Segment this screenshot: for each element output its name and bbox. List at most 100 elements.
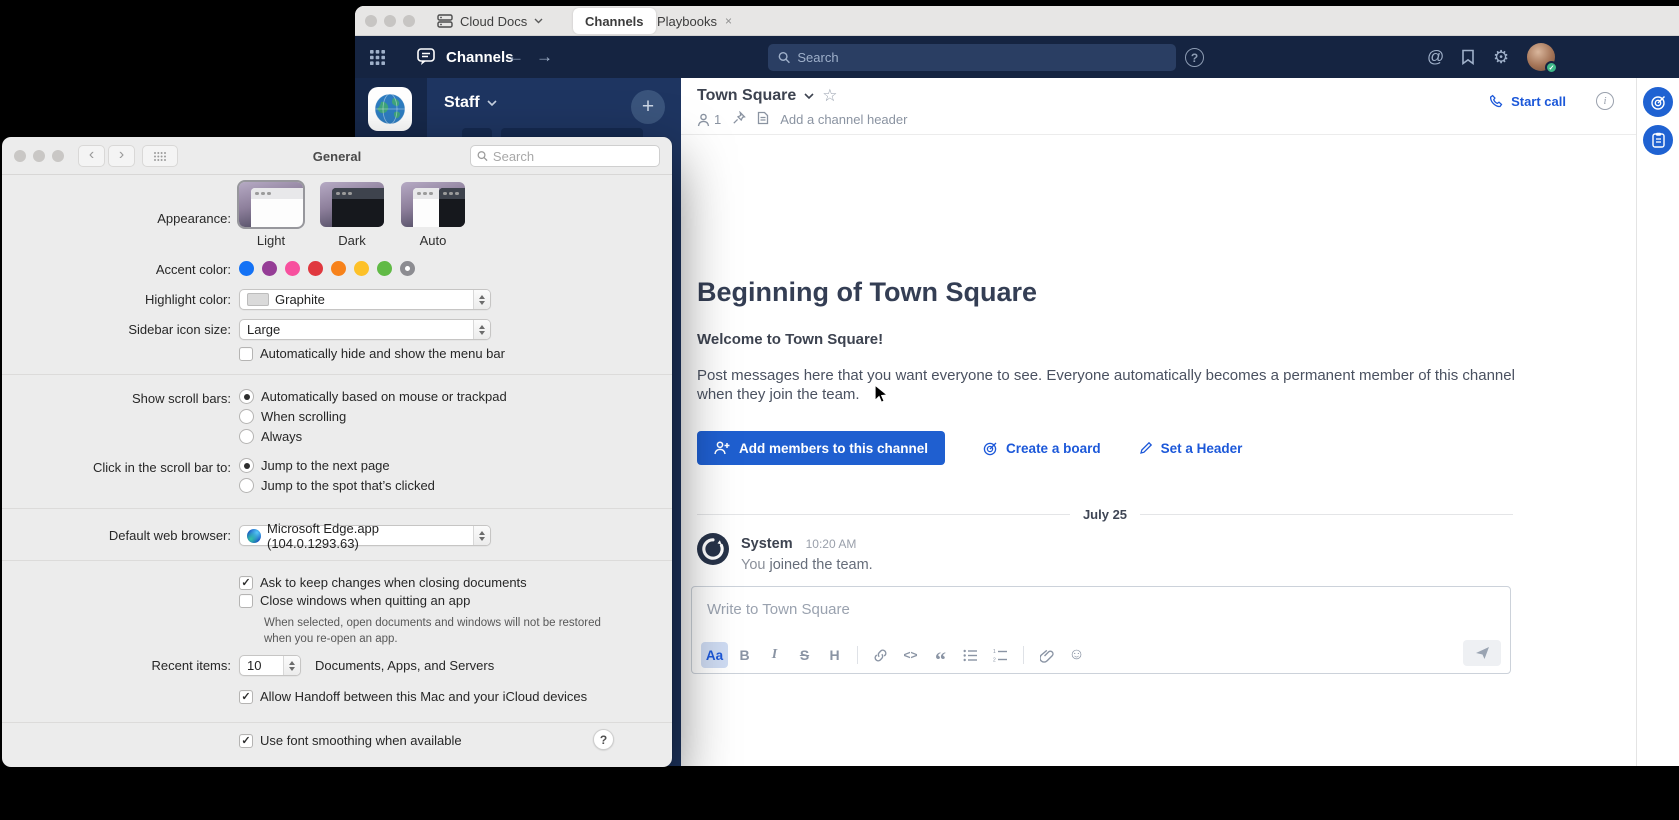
help-button[interactable]: ?: [593, 729, 614, 750]
checkbox-checked[interactable]: [239, 576, 253, 590]
person-plus-icon: [714, 441, 730, 455]
strikethrough-button[interactable]: S: [791, 642, 818, 668]
formatting-toolbar: Aa B I S H <> “: [701, 642, 1090, 668]
channel-info-icon[interactable]: i: [1596, 92, 1614, 110]
radio-unselected[interactable]: [239, 409, 254, 424]
preferences-search[interactable]: [470, 145, 660, 167]
tab-channels[interactable]: Channels: [573, 8, 656, 34]
font-smoothing-checkbox[interactable]: Use font smoothing when available: [239, 733, 462, 748]
recent-items-label: Recent items:: [152, 658, 231, 673]
scrollbar-click-spot[interactable]: Jump to the spot that’s clicked: [239, 478, 435, 493]
set-header-button[interactable]: Set a Header: [1139, 441, 1243, 456]
bulleted-list-button[interactable]: [957, 642, 984, 668]
saved-posts-bookmark-icon[interactable]: [1461, 36, 1475, 78]
back-button[interactable]: ‹: [78, 145, 105, 167]
forward-button[interactable]: ›: [108, 145, 135, 167]
checkbox-checked[interactable]: [239, 734, 253, 748]
accent-color-orange[interactable]: [331, 261, 346, 276]
code-button[interactable]: <>: [897, 642, 924, 668]
minimize-window-button[interactable]: [384, 15, 396, 27]
mentions-at-icon[interactable]: @: [1427, 36, 1444, 78]
search-input[interactable]: [493, 149, 653, 164]
accent-color-pink[interactable]: [285, 261, 300, 276]
history-forward-icon[interactable]: →: [536, 36, 553, 78]
ask-keep-changes-checkbox[interactable]: Ask to keep changes when closing documen…: [239, 575, 527, 590]
accent-color-red[interactable]: [308, 261, 323, 276]
settings-gear-icon[interactable]: ⚙: [1493, 36, 1509, 78]
accent-color-blue[interactable]: [239, 261, 254, 276]
close-tab-icon[interactable]: ×: [725, 14, 732, 28]
checkbox-checked[interactable]: [239, 690, 253, 704]
hide-menubar-checkbox[interactable]: Automatically hide and show the menu bar: [239, 346, 505, 361]
start-call-button[interactable]: Start call: [1490, 94, 1566, 109]
user-avatar[interactable]: ✓: [1527, 43, 1555, 71]
add-members-button[interactable]: Add members to this channel: [697, 431, 945, 465]
appearance-option-auto[interactable]: [401, 182, 465, 227]
scrollbars-option-always[interactable]: Always: [239, 429, 507, 444]
checkbox-unchecked[interactable]: [239, 347, 253, 361]
accent-color-graphite[interactable]: [400, 261, 415, 276]
highlight-color-select[interactable]: Graphite: [239, 289, 491, 310]
radio-unselected[interactable]: [239, 478, 254, 493]
close-windows-checkbox[interactable]: Close windows when quitting an app: [239, 593, 470, 608]
product-switcher[interactable]: Channels: [417, 36, 514, 78]
app-grid-icon[interactable]: [369, 36, 386, 78]
attachment-button[interactable]: [1033, 642, 1060, 668]
checkbox-unchecked[interactable]: [239, 594, 253, 608]
message-composer[interactable]: Write to Town Square Aa B I S H: [691, 586, 1511, 674]
tab-playbooks[interactable]: Playbooks ×: [645, 8, 744, 34]
channel-files-button[interactable]: [757, 111, 769, 128]
add-channels-button[interactable]: +: [631, 90, 665, 124]
member-count: 1: [714, 112, 721, 127]
create-board-button[interactable]: Create a board: [983, 441, 1101, 456]
emoji-button[interactable]: ☺: [1063, 642, 1090, 668]
numbered-list-button[interactable]: 1 2: [987, 642, 1014, 668]
boards-app-icon[interactable]: [1643, 87, 1673, 117]
minimize-window-button[interactable]: [33, 150, 45, 162]
members-button[interactable]: 1: [697, 112, 721, 127]
appearance-option-light[interactable]: [239, 182, 303, 227]
help-icon[interactable]: ?: [1185, 48, 1204, 67]
scrollbars-option-auto[interactable]: Automatically based on mouse or trackpad: [239, 389, 507, 404]
accent-color-yellow[interactable]: [354, 261, 369, 276]
radio-selected[interactable]: [239, 389, 254, 404]
radio-selected[interactable]: [239, 458, 254, 473]
link-icon: [873, 648, 888, 663]
handoff-checkbox[interactable]: Allow Handoff between this Mac and your …: [239, 689, 587, 704]
default-browser-select[interactable]: Microsoft Edge.app (104.0.1293.63): [239, 525, 491, 546]
show-all-grid-icon[interactable]: [142, 145, 178, 167]
zoom-window-button[interactable]: [52, 150, 64, 162]
sidebar-icon-size-select[interactable]: Large: [239, 319, 491, 340]
link-button[interactable]: [867, 642, 894, 668]
playbooks-app-icon[interactable]: [1643, 125, 1673, 155]
bold-button[interactable]: B: [731, 642, 758, 668]
show-formatting-button[interactable]: Aa: [701, 642, 728, 668]
accent-color-green[interactable]: [377, 261, 392, 276]
channel-title-menu[interactable]: Town Square ☆: [697, 86, 838, 106]
team-avatar[interactable]: [368, 87, 412, 131]
team-menu[interactable]: Staff: [444, 94, 497, 112]
accent-color-purple[interactable]: [262, 261, 277, 276]
history-back-icon[interactable]: ←: [507, 36, 524, 78]
pinned-posts-button[interactable]: [732, 111, 746, 128]
scrollbars-option-when-scrolling[interactable]: When scrolling: [239, 409, 507, 424]
global-search[interactable]: [768, 44, 1176, 71]
scrollbar-click-next-page[interactable]: Jump to the next page: [239, 458, 435, 473]
recent-items-select[interactable]: 10: [239, 655, 301, 676]
favorite-star-icon[interactable]: ☆: [822, 86, 837, 106]
date-label[interactable]: July 25: [1070, 507, 1140, 522]
italic-button[interactable]: I: [761, 642, 788, 668]
zoom-window-button[interactable]: [403, 15, 415, 27]
radio-unselected[interactable]: [239, 429, 254, 444]
heading-button[interactable]: H: [821, 642, 848, 668]
close-window-button[interactable]: [365, 15, 377, 27]
add-channel-header-button[interactable]: Add a channel header: [780, 112, 907, 127]
send-message-button[interactable]: [1463, 640, 1501, 666]
appearance-option-dark[interactable]: [320, 182, 384, 227]
server-selector[interactable]: Cloud Docs: [437, 6, 543, 36]
message-author[interactable]: System: [741, 536, 793, 552]
close-window-button[interactable]: [14, 150, 26, 162]
paperclip-icon: [1040, 648, 1054, 663]
search-input[interactable]: [797, 50, 1166, 65]
quote-button[interactable]: “: [927, 642, 954, 668]
